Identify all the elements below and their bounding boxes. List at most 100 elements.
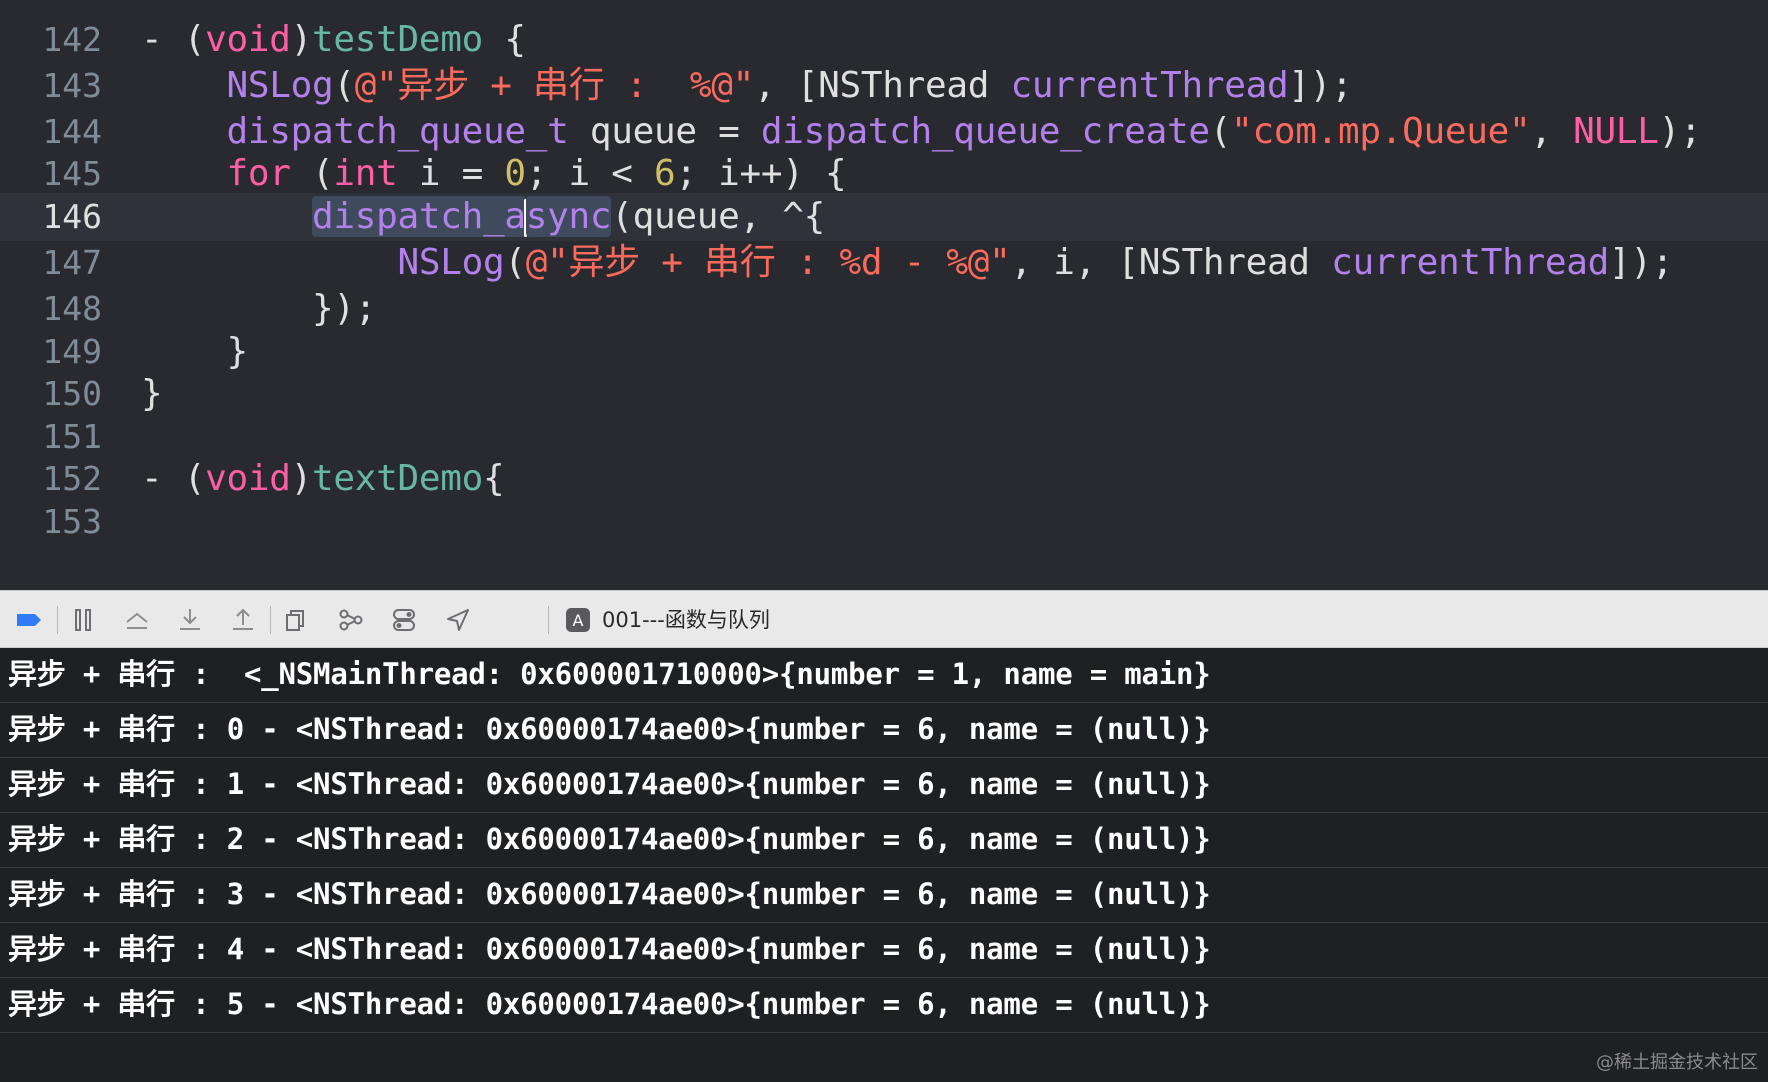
code-token: NULL xyxy=(1573,111,1659,152)
code-token: "com.mp.Queue" xyxy=(1231,111,1531,152)
code-editor[interactable]: 142- (void)testDemo {143 NSLog(@"异步 + 串行… xyxy=(0,0,1768,590)
step-over-icon xyxy=(126,612,148,629)
location-arrow-icon xyxy=(447,609,469,631)
code-token: , [NSThread xyxy=(754,65,1011,106)
code-text: dispatch_async(queue, ^{ xyxy=(141,193,825,241)
code-token: ; i++) { xyxy=(675,153,847,194)
code-line[interactable]: 147 NSLog(@"异步 + 串行 : %d - %@", i, [NSTh… xyxy=(0,239,1768,287)
line-number: 147 xyxy=(42,243,102,282)
console-log-text: 异步 + 串行 : 5 - <NSThread: 0x60000174ae00>… xyxy=(8,987,1211,1021)
view-hierarchy-icon xyxy=(286,610,304,631)
code-token: dispatch_a xyxy=(312,196,526,237)
code-token: ]); xyxy=(1288,65,1353,106)
code-token: @"异步 + 串行 : %@" xyxy=(354,65,755,106)
code-token: dispatch_queue_create xyxy=(760,111,1210,152)
target-name[interactable]: 001---函数与队列 xyxy=(602,605,770,635)
debug-console[interactable]: 异步 + 串行 : <_NSMainThread: 0x600001710000… xyxy=(0,648,1768,1082)
line-number: 153 xyxy=(42,502,102,541)
environment-overrides-button[interactable] xyxy=(389,605,419,635)
toggles-icon xyxy=(393,609,415,631)
console-log-row[interactable]: 异步 + 串行 : 2 - <NSThread: 0x60000174ae00>… xyxy=(0,813,1768,868)
console-log-text: 异步 + 串行 : <_NSMainThread: 0x600001710000… xyxy=(8,657,1211,691)
code-line[interactable]: 146 dispatch_async(queue, ^{ xyxy=(0,193,1768,241)
code-line[interactable]: 143 NSLog(@"异步 + 串行 : %@", [NSThread cur… xyxy=(0,62,1768,110)
console-log-text: 异步 + 串行 : 0 - <NSThread: 0x60000174ae00>… xyxy=(8,712,1211,746)
console-log-row[interactable]: 异步 + 串行 : 5 - <NSThread: 0x60000174ae00>… xyxy=(0,978,1768,1033)
code-line[interactable]: 145 for (int i = 0; i < 6; i++) { xyxy=(0,150,1768,198)
code-line[interactable]: 149 } xyxy=(0,328,1768,376)
code-line[interactable]: 142 - (void)testDemo { xyxy=(0,16,1768,64)
code-line[interactable]: 148 }); xyxy=(0,285,1768,333)
breakpoint-icon xyxy=(17,614,41,626)
line-number: 144 xyxy=(42,112,102,151)
code-line[interactable]: 152 - (void)textDemo{ xyxy=(0,455,1768,503)
console-log-row[interactable]: 异步 + 串行 : 4 - <NSThread: 0x60000174ae00>… xyxy=(0,923,1768,978)
code-token: ) xyxy=(290,458,313,499)
code-token: ); xyxy=(1658,111,1702,152)
code-token: { xyxy=(483,458,505,499)
code-token: 0 xyxy=(504,153,526,194)
step-out-button[interactable] xyxy=(228,605,258,635)
code-token: sync xyxy=(525,196,612,237)
code-token: NSLog xyxy=(397,242,505,283)
code-token: ) xyxy=(290,19,313,60)
code-token: void xyxy=(205,458,291,499)
code-token: ]); xyxy=(1609,242,1674,283)
code-token: } xyxy=(141,373,163,414)
code-token: ( xyxy=(1209,111,1232,152)
code-text: dispatch_queue_t queue = dispatch_queue_… xyxy=(141,108,1702,156)
code-token: ( xyxy=(333,65,355,106)
step-into-button[interactable] xyxy=(175,605,205,635)
code-text: }); xyxy=(141,285,376,333)
console-log-text: 异步 + 串行 : 2 - <NSThread: 0x60000174ae00>… xyxy=(8,822,1211,856)
code-text: NSLog(@"异步 + 串行 : %d - %@", i, [NSThread… xyxy=(141,239,1674,287)
console-log-text: 异步 + 串行 : 4 - <NSThread: 0x60000174ae00>… xyxy=(8,932,1211,966)
line-number: 146 xyxy=(42,197,102,236)
code-text: - (void)testDemo { xyxy=(141,16,526,64)
app-target-icon: A xyxy=(566,608,590,632)
line-number: 152 xyxy=(42,459,102,498)
breakpoints-toggle-button[interactable] xyxy=(14,605,44,635)
simulate-location-button[interactable] xyxy=(443,605,473,635)
line-number: 149 xyxy=(42,332,102,371)
debug-toolbar: A 001---函数与队列 xyxy=(0,590,1768,648)
pause-icon xyxy=(75,609,91,631)
console-log-row[interactable]: 异步 + 串行 : 0 - <NSThread: 0x60000174ae00>… xyxy=(0,703,1768,758)
memory-graph-button[interactable] xyxy=(336,605,366,635)
line-number: 145 xyxy=(42,154,102,193)
code-token: i = xyxy=(397,153,505,194)
console-log-row[interactable]: 异步 + 串行 : 3 - <NSThread: 0x60000174ae00>… xyxy=(0,868,1768,923)
code-token: { xyxy=(483,19,526,60)
code-token: } xyxy=(141,331,248,372)
code-line[interactable]: 151 xyxy=(0,413,1768,461)
step-over-button[interactable] xyxy=(122,605,152,635)
code-token: queue = xyxy=(568,111,761,152)
code-line[interactable]: 150} xyxy=(0,370,1768,418)
code-token: - ( xyxy=(141,458,206,499)
code-token: 6 xyxy=(654,153,676,194)
code-line[interactable]: 153 xyxy=(0,498,1768,546)
code-text: - (void)textDemo{ xyxy=(141,455,505,503)
line-number: 142 xyxy=(42,20,102,59)
console-log-row[interactable]: 异步 + 串行 : 1 - <NSThread: 0x60000174ae00>… xyxy=(0,758,1768,813)
code-token: (queue, ^{ xyxy=(611,196,825,237)
code-token: textDemo xyxy=(312,458,483,499)
code-token: testDemo xyxy=(312,19,483,60)
code-token: ; i < xyxy=(525,153,654,194)
line-number: 143 xyxy=(42,66,102,105)
code-text: NSLog(@"异步 + 串行 : %@", [NSThread current… xyxy=(141,62,1353,110)
watermark: @稀土掘金技术社区 xyxy=(1596,1052,1758,1073)
view-debugger-button[interactable] xyxy=(282,605,312,635)
code-token: @"异步 + 串行 : %d - %@" xyxy=(525,242,1011,283)
code-token: , i, [NSThread xyxy=(1010,242,1332,283)
console-log-row[interactable]: 异步 + 串行 : <_NSMainThread: 0x600001710000… xyxy=(0,648,1768,703)
code-text: } xyxy=(141,370,163,418)
code-line[interactable]: 144 dispatch_queue_t queue = dispatch_qu… xyxy=(0,108,1768,156)
code-token: dispatch_queue_t xyxy=(226,111,569,152)
code-token: ( xyxy=(504,242,526,283)
line-number: 148 xyxy=(42,289,102,328)
pause-button[interactable] xyxy=(68,605,98,635)
